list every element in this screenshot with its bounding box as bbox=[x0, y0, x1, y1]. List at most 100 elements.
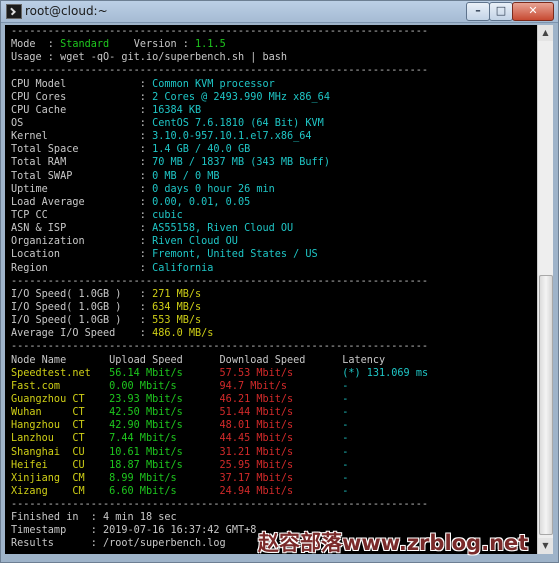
speed-header-row: Node Name Upload Speed Download Speed La… bbox=[11, 354, 428, 367]
download-speed: 51.44 Mbit/s bbox=[219, 407, 343, 419]
info-label: Uptime : bbox=[11, 183, 153, 195]
info-value: 70 MB / 1837 MB (343 MB Buff) bbox=[152, 157, 330, 169]
title-bar[interactable]: root@cloud:~ – □ ✕ bbox=[1, 1, 558, 23]
io-label: I/O Speed( 1.0GB ) : bbox=[11, 288, 153, 300]
download-speed: 44.45 Mbit/s bbox=[219, 433, 343, 445]
mode-line: Mode : Standard Version : 1.1.5 bbox=[11, 38, 428, 51]
footer-label: Results : bbox=[11, 538, 104, 550]
info-label: TCP CC : bbox=[11, 209, 153, 221]
vertical-scrollbar[interactable]: ▲ ▼ bbox=[537, 25, 553, 554]
upload-speed: 23.93 Mbit/s bbox=[109, 393, 220, 405]
col-latency: Latency bbox=[342, 354, 386, 366]
version-value: 1.1.5 bbox=[195, 39, 226, 51]
info-label: CPU Cache : bbox=[11, 104, 153, 116]
node-name: Xizang CM bbox=[11, 485, 110, 497]
col-upload: Upload Speed bbox=[109, 354, 220, 366]
footer-label: Finished in : bbox=[11, 512, 104, 524]
info-label: Total RAM : bbox=[11, 157, 153, 169]
separator-line: ----------------------------------------… bbox=[11, 275, 428, 288]
footer-label: Timestamp : bbox=[11, 525, 104, 537]
io-label: I/O Speed( 1.0GB ) : bbox=[11, 301, 153, 313]
info-label: Total SWAP : bbox=[11, 170, 153, 182]
info-value: 2 Cores @ 2493.990 MHz x86_64 bbox=[152, 91, 330, 103]
upload-speed: 18.87 Mbit/s bbox=[109, 459, 220, 471]
io-label: I/O Speed( 1.0GB ) : bbox=[11, 315, 153, 327]
system-info-row: Total SWAP : 0 MB / 0 MB bbox=[11, 170, 428, 183]
download-speed: 94.7 Mbit/s bbox=[219, 380, 343, 392]
info-value: 0 days 0 hour 26 min bbox=[152, 183, 275, 195]
speed-row: Guangzhou CT 23.93 Mbit/s 46.21 Mbit/s - bbox=[11, 393, 428, 406]
system-info-row: CPU Cache : 16384 KB bbox=[11, 104, 428, 117]
terminal-output[interactable]: ----------------------------------------… bbox=[5, 25, 537, 554]
system-info-row: CPU Cores : 2 Cores @ 2493.990 MHz x86_6… bbox=[11, 91, 428, 104]
node-name: Xinjiang CM bbox=[11, 472, 110, 484]
footer-row: Finished in : 4 min 18 sec bbox=[11, 511, 428, 524]
terminal-lines: ----------------------------------------… bbox=[11, 25, 428, 554]
io-value: 486.0 MB/s bbox=[152, 328, 214, 340]
info-label: Location : bbox=[11, 249, 153, 261]
system-info-row: TCP CC : cubic bbox=[11, 209, 428, 222]
latency: - bbox=[342, 472, 349, 484]
speed-row: Wuhan CT 42.50 Mbit/s 51.44 Mbit/s - bbox=[11, 406, 428, 419]
footer-value: /root/superbench.log bbox=[103, 538, 226, 550]
scroll-up-icon[interactable]: ▲ bbox=[538, 25, 553, 41]
info-label: OS : bbox=[11, 117, 153, 129]
speed-row: Shanghai CU 10.61 Mbit/s 31.21 Mbit/s - bbox=[11, 446, 428, 459]
scroll-down-icon[interactable]: ▼ bbox=[538, 538, 553, 554]
upload-speed: 56.14 Mbit/s bbox=[109, 367, 220, 379]
upload-speed: 42.90 Mbit/s bbox=[109, 420, 220, 432]
upload-speed: 0.00 Mbit/s bbox=[109, 380, 220, 392]
io-speed-row: Average I/O Speed : 486.0 MB/s bbox=[11, 327, 428, 340]
info-value: CentOS 7.6.1810 (64 Bit) KVM bbox=[152, 117, 324, 129]
system-info-row: Uptime : 0 days 0 hour 26 min bbox=[11, 183, 428, 196]
usage-value: wget -qO- git.io/superbench.sh | bash bbox=[60, 52, 288, 64]
node-name: Shanghai CU bbox=[11, 446, 110, 458]
info-label: Load Average : bbox=[11, 196, 153, 208]
maximize-button[interactable]: □ bbox=[489, 2, 513, 21]
io-speed-row: I/O Speed( 1.0GB ) : 634 MB/s bbox=[11, 301, 428, 314]
info-label: ASN & ISP : bbox=[11, 223, 153, 235]
node-name: Fast.com bbox=[11, 380, 110, 392]
io-value: 634 MB/s bbox=[152, 301, 202, 313]
col-node: Node Name bbox=[11, 354, 110, 366]
separator-line: ----------------------------------------… bbox=[11, 340, 428, 353]
info-value: 0 MB / 0 MB bbox=[152, 170, 220, 182]
node-name: Guangzhou CT bbox=[11, 393, 110, 405]
latency: - bbox=[342, 380, 349, 392]
scrollbar-thumb[interactable] bbox=[539, 275, 553, 535]
io-value: 553 MB/s bbox=[152, 315, 202, 327]
watermark: 赵容部落www.zrblog.net bbox=[258, 531, 529, 555]
download-speed: 31.21 Mbit/s bbox=[219, 446, 343, 458]
node-name: Speedtest.net bbox=[11, 367, 110, 379]
download-speed: 46.21 Mbit/s bbox=[219, 393, 343, 405]
info-label: CPU Model : bbox=[11, 78, 153, 90]
info-label: Kernel : bbox=[11, 131, 153, 143]
upload-speed: 42.50 Mbit/s bbox=[109, 407, 220, 419]
download-speed: 48.01 Mbit/s bbox=[219, 420, 343, 432]
upload-speed: 10.61 Mbit/s bbox=[109, 446, 220, 458]
separator: ----------------------------------------… bbox=[11, 341, 429, 353]
node-name: Heifei CU bbox=[11, 459, 110, 471]
minimize-button[interactable]: – bbox=[466, 2, 490, 21]
info-value: cubic bbox=[152, 209, 183, 221]
io-label: Average I/O Speed : bbox=[11, 328, 153, 340]
separator: ----------------------------------------… bbox=[11, 65, 429, 77]
separator: ----------------------------------------… bbox=[11, 499, 429, 511]
speed-row: Xinjiang CM 8.99 Mbit/s 37.17 Mbit/s - bbox=[11, 472, 428, 485]
node-name: Lanzhou CT bbox=[11, 433, 110, 445]
system-info-row: Kernel : 3.10.0-957.10.1.el7.x86_64 bbox=[11, 130, 428, 143]
footer-value: 2019-07-16 16:37:42 GMT+8 bbox=[103, 525, 257, 537]
system-info-row: Total RAM : 70 MB / 1837 MB (343 MB Buff… bbox=[11, 156, 428, 169]
separator: ----------------------------------------… bbox=[11, 26, 429, 37]
speed-row: Xizang CM 6.60 Mbit/s 24.94 Mbit/s - bbox=[11, 485, 428, 498]
latency: - bbox=[342, 393, 349, 405]
speed-row: Heifei CU 18.87 Mbit/s 25.95 Mbit/s - bbox=[11, 459, 428, 472]
info-value: 1.4 GB / 40.0 GB bbox=[152, 144, 251, 156]
close-button[interactable]: ✕ bbox=[512, 2, 554, 21]
download-speed: 37.17 Mbit/s bbox=[219, 472, 343, 484]
info-value: AS55158, Riven Cloud OU bbox=[152, 223, 294, 235]
download-speed: 24.94 Mbit/s bbox=[219, 485, 343, 497]
speed-row: Hangzhou CT 42.90 Mbit/s 48.01 Mbit/s - bbox=[11, 419, 428, 432]
usage-label: Usage : bbox=[11, 52, 61, 64]
separator-line: ----------------------------------------… bbox=[11, 64, 428, 77]
